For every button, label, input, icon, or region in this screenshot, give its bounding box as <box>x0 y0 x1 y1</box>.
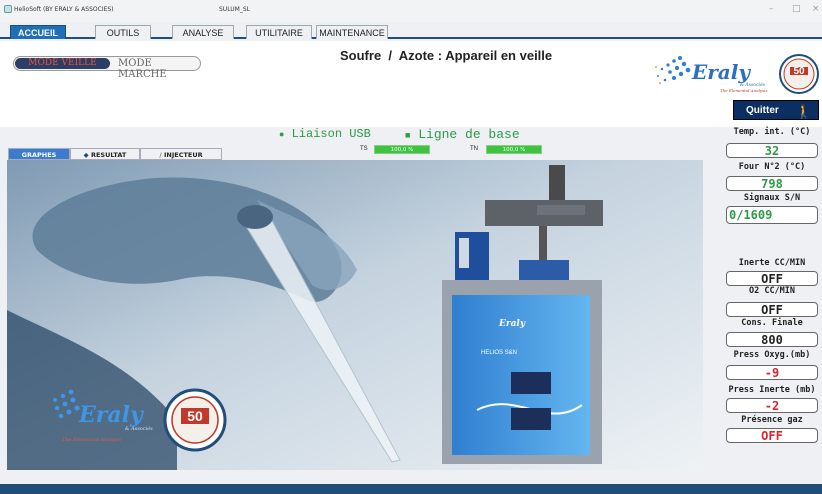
ts-gauge: 100,0 % <box>374 145 430 154</box>
o2-value: OFF <box>726 302 818 317</box>
baseline-status: ■ Ligne de base <box>405 127 520 142</box>
app-icon <box>4 5 12 13</box>
instrument-label: HELIOS S&N <box>481 350 517 356</box>
quit-button-label: Quitter <box>746 105 779 116</box>
logo-subtext: & Associés <box>740 81 766 88</box>
cabinet-logo-text: Eraly <box>498 319 526 329</box>
tn-gauge: 100,0 % <box>486 145 542 154</box>
minimize-icon[interactable]: – <box>769 4 774 14</box>
badge-number: 50 <box>793 66 805 77</box>
status-title: Soufre / Azote : Appareil en veille <box>340 48 553 63</box>
tab-injecteur[interactable]: / INJECTEUR <box>140 148 222 160</box>
presence-gaz-value: OFF <box>726 428 818 443</box>
header-area: MODE VEILLE MODE MARCHE Soufre / Azote :… <box>0 41 822 127</box>
usb-status: ● Liaison USB <box>279 127 371 141</box>
results-icon: ◆ <box>83 151 89 159</box>
press-oxyg-value: -9 <box>726 365 818 380</box>
bottom-logo-tagline: The Elemental Analysis <box>62 437 122 443</box>
maximize-icon[interactable]: □ <box>792 4 801 14</box>
temp-int-value: 32 <box>726 143 818 158</box>
close-icon[interactable]: × <box>812 4 820 14</box>
bottom-badge-number: 50 <box>187 408 203 424</box>
baseline-status-label: Ligne de base <box>418 127 520 142</box>
tab-accueil[interactable]: ACCUEIL <box>10 25 66 39</box>
tab-utilitaire[interactable]: UTILITAIRE <box>246 25 312 39</box>
tab-maintenance[interactable]: MAINTENANCE <box>316 25 388 39</box>
tab-resultat[interactable]: ◆ RESULTAT <box>70 148 140 160</box>
instrument-illustration-graphic: Eraly HELIOS S&N Eraly & Associés The El… <box>7 160 703 470</box>
four-n2-label: Four N°2 (°C) <box>738 162 806 172</box>
inerte-label: Inerte CC/MIN <box>738 258 806 268</box>
eraly-logo: Eraly & Associés The Elemental Analysis … <box>648 47 820 103</box>
footer-bar <box>0 484 822 494</box>
app-window: HelioSoft (BY ERALY & ASSOCIES) SULUM_SL… <box>0 0 822 494</box>
four-n2-value: 798 <box>726 176 818 191</box>
file-name: SULUM_SL <box>219 6 250 13</box>
title-bar: HelioSoft (BY ERALY & ASSOCIES) SULUM_SL… <box>0 0 822 22</box>
tab-analyse[interactable]: ANALYSE <box>172 25 234 39</box>
tab-resultat-label: RESULTAT <box>90 151 127 159</box>
window-title: HelioSoft (BY ERALY & ASSOCIES) <box>14 6 114 13</box>
logo-text: Eraly <box>691 60 751 84</box>
inerte-value: OFF <box>726 271 818 286</box>
press-oxyg-label: Press Oxyg.(mb) <box>733 350 811 360</box>
usb-status-label: Liaison USB <box>291 127 371 141</box>
bottom-logo-text: Eraly <box>78 402 145 428</box>
menu-bar: ACCUEIL OUTILS ANALYSE UTILITAIRE MAINTE… <box>0 25 822 39</box>
press-inerte-label: Press Inerte (mb) <box>728 385 816 395</box>
cons-finale-value: 800 <box>726 332 818 347</box>
tn-gauge-label: TN <box>470 146 478 152</box>
mode-toggle[interactable]: MODE VEILLE MODE MARCHE <box>13 56 201 80</box>
baseline-square-icon: ■ <box>405 131 411 141</box>
tab-injecteur-label: INJECTEUR <box>163 151 203 159</box>
cons-finale-label: Cons. Finale <box>741 318 803 328</box>
signaux-label: Signaux S/N <box>743 193 801 203</box>
exit-icon: 🚶 <box>795 104 812 119</box>
instrument-illustration: Eraly HELIOS S&N Eraly & Associés The El… <box>7 160 703 470</box>
eraly-logo-graphic: Eraly & Associés The Elemental Analysis … <box>655 54 819 94</box>
bottom-logo-subtext: & Associés <box>125 425 153 432</box>
mode-veille-option[interactable]: MODE VEILLE <box>15 58 110 69</box>
signaux-value: 0/1609 <box>726 206 818 224</box>
press-inerte-value: -2 <box>726 398 818 413</box>
o2-label: O2 CC/MIN <box>748 286 796 296</box>
tab-graphes[interactable]: GRAPHES <box>8 148 70 160</box>
presence-gaz-label: Présence gaz <box>741 415 803 425</box>
logo-tagline: The Elemental Analysis <box>720 88 768 93</box>
tab-outils[interactable]: OUTILS <box>95 25 151 39</box>
quit-button[interactable]: Quitter 🚶 <box>733 100 819 120</box>
view-tabs: GRAPHES ◆ RESULTAT / INJECTEUR <box>8 148 222 160</box>
syringe-icon: / <box>159 151 162 159</box>
ts-gauge-label: TS <box>360 146 368 152</box>
tab-graphes-label: GRAPHES <box>21 151 57 159</box>
usb-dot-icon: ● <box>279 130 285 140</box>
temp-int-label: Temp. int. (°C) <box>733 127 811 137</box>
mode-marche-option[interactable]: MODE MARCHE <box>118 58 200 80</box>
